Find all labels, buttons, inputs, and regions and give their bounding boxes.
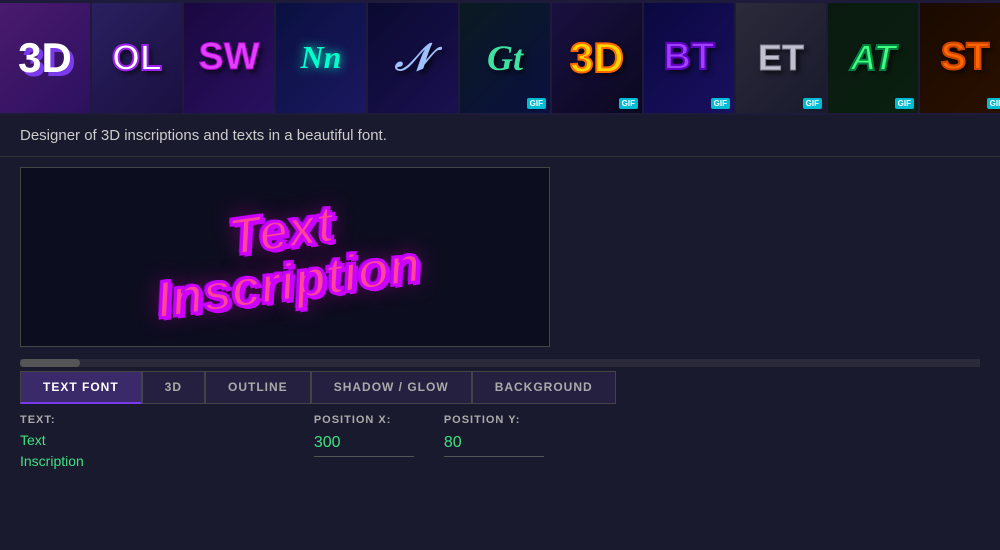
text-current-value: Text Inscription (20, 430, 84, 472)
controls-panel: TEXT: Text Inscription POSITION X: POSIT… (0, 404, 1000, 482)
style-thumb-3[interactable]: SW (184, 3, 274, 113)
style-thumb-6[interactable]: Gt GIF (460, 3, 550, 113)
style-thumb-5[interactable]: 𝒩 (368, 3, 458, 113)
style-thumb-4[interactable]: Nn (276, 3, 366, 113)
app-subtitle: Designer of 3D inscriptions and texts in… (0, 115, 1000, 157)
position-y-label: POSITION Y: (444, 414, 544, 426)
style-thumbnails-bar: 3D OL SW Nn 𝒩 Gt GIF 3D GIF BT GIF ET GI… (0, 0, 1000, 115)
tab-3d[interactable]: 3D (142, 371, 205, 404)
tab-shadow-glow[interactable]: SHADOW / GLOW (311, 371, 472, 404)
main-content: Text Inscription (0, 157, 1000, 357)
style-thumb-9[interactable]: ET GIF (736, 3, 826, 113)
tab-background[interactable]: BACKGROUND (472, 371, 616, 404)
tab-text-font[interactable]: TEXT FONT (20, 371, 142, 404)
text-canvas: Text Inscription (20, 167, 550, 347)
position-y-input[interactable] (444, 430, 544, 457)
text-control: TEXT: Text Inscription (20, 414, 84, 472)
position-x-label: POSITION X: (314, 414, 414, 426)
tab-outline[interactable]: OUTLINE (205, 371, 311, 404)
style-thumb-7[interactable]: 3D GIF (552, 3, 642, 113)
style-thumb-8[interactable]: BT GIF (644, 3, 734, 113)
style-thumb-1[interactable]: 3D (0, 3, 90, 113)
horizontal-scrollbar[interactable] (20, 359, 980, 367)
position-x-input[interactable] (314, 430, 414, 457)
position-x-control: POSITION X: (314, 414, 414, 457)
style-thumb-10[interactable]: AT GIF (828, 3, 918, 113)
position-y-control: POSITION Y: (444, 414, 544, 457)
style-thumb-11[interactable]: ST GIF (920, 3, 1000, 113)
text-preview: Text Inscription (146, 187, 424, 327)
style-thumb-2[interactable]: OL (92, 3, 182, 113)
tab-bar: TEXT FONT 3D OUTLINE SHADOW / GLOW BACKG… (0, 371, 1000, 404)
text-label: TEXT: (20, 414, 84, 426)
scrollbar-thumb[interactable] (20, 359, 80, 367)
